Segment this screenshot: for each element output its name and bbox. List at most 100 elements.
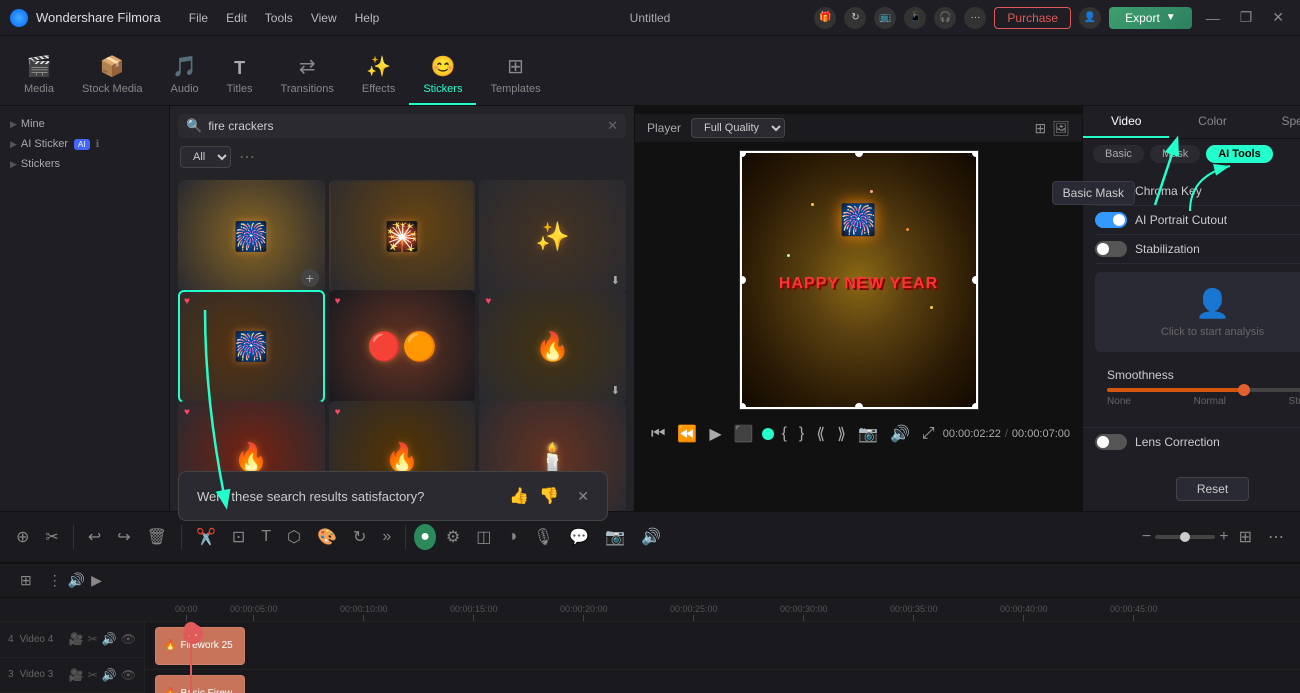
track-4-eye-icon[interactable]: 👁 (121, 632, 136, 646)
menu-view[interactable]: View (311, 11, 337, 25)
clip-basic-firework[interactable]: 🔥 Basic Firew... (155, 675, 245, 693)
camera-button[interactable]: 📷 (599, 523, 631, 551)
smoothness-slider[interactable] (1107, 388, 1300, 392)
tab-titles[interactable]: T Titles (213, 50, 267, 105)
audio-mix-button[interactable]: 🔊 (635, 523, 667, 551)
playhead-head[interactable] (184, 622, 198, 636)
play-button[interactable]: ▶ (705, 422, 725, 446)
audio-button[interactable]: 🔊 (886, 422, 914, 446)
feedback-close-button[interactable]: ✕ (577, 488, 589, 505)
screen-icon[interactable]: 📺 (874, 7, 896, 29)
mask-button[interactable]: ◑ (501, 524, 523, 550)
smoothness-thumb[interactable] (1238, 384, 1250, 396)
color-btn[interactable]: 🎨 (311, 523, 343, 551)
sub-tab-ai-tools[interactable]: AI Tools (1206, 145, 1273, 163)
reset-button[interactable]: Reset (1176, 477, 1249, 501)
close-button[interactable]: ✕ (1266, 9, 1290, 26)
sub-tab-mask[interactable]: Mask (1150, 145, 1200, 163)
playhead[interactable] (190, 622, 192, 693)
skip-back-button[interactable]: ⏮ (647, 423, 669, 445)
quality-select[interactable]: Full Quality (691, 118, 785, 138)
frame-back-button[interactable]: ⏪ (673, 422, 701, 446)
search-input[interactable] (208, 119, 601, 133)
next-clip-button[interactable]: ⟫ (833, 422, 850, 446)
zoom-minus-button[interactable]: − (1142, 528, 1151, 546)
timeline-audio-button[interactable]: 🔊 (68, 572, 85, 589)
prev-clip-button[interactable]: ⟪ (812, 422, 829, 446)
maximize-button[interactable]: ❐ (1234, 9, 1259, 26)
phone-icon[interactable]: 📱 (904, 7, 926, 29)
snip-button[interactable]: ✂ (39, 523, 64, 551)
filter-select[interactable]: All (180, 146, 231, 168)
sticker-item-6[interactable]: ♥ 🔥 ⬇ (479, 290, 626, 403)
tab-video[interactable]: Video (1083, 106, 1169, 138)
stop-button[interactable]: ⬛ (730, 422, 758, 446)
sidebar-item-stickers[interactable]: ▶ Stickers (0, 154, 169, 174)
ai-portrait-toggle[interactable] (1095, 212, 1127, 228)
timeline-grid-button[interactable]: ⊞ (10, 568, 42, 593)
gift-icon[interactable]: 🎁 (814, 7, 836, 29)
stabilization-toggle[interactable] (1095, 241, 1127, 257)
tab-media[interactable]: 🎬 Media (10, 46, 68, 105)
zoom-plus-button[interactable]: + (1219, 528, 1228, 546)
dots-icon[interactable]: ··· (964, 7, 986, 29)
track-3-audio-icon[interactable]: 🔊 (102, 668, 117, 682)
timeline-split-button[interactable]: ⋮ (48, 572, 62, 589)
thumbs-up-button[interactable]: 👍 (509, 486, 529, 506)
more-tools-button[interactable]: » (376, 524, 397, 550)
headset-icon[interactable]: 🎧 (934, 7, 956, 29)
tab-templates[interactable]: ⊞ Templates (476, 46, 554, 105)
tab-color[interactable]: Color (1169, 106, 1255, 138)
more-options-icon[interactable]: ⋯ (239, 147, 255, 167)
analysis-box[interactable]: 👤 Click to start analysis (1095, 272, 1300, 352)
sub-tab-basic[interactable]: Basic (1093, 145, 1144, 163)
tab-stickers[interactable]: 😊 Stickers (409, 46, 476, 105)
more-right-button[interactable]: ⋯ (1262, 523, 1290, 551)
sticker-item-3[interactable]: ✨ ⬇ (479, 180, 626, 293)
fullscreen-button[interactable]: ⤢ (918, 423, 939, 445)
mark-out-button[interactable]: } (795, 423, 808, 445)
track-4-camera-icon[interactable]: 🎥 (69, 632, 84, 646)
track-4-cut-icon[interactable]: ✂ (88, 632, 98, 646)
sticker-item-5[interactable]: ♥ 🔴🟠 (329, 290, 476, 403)
undo-button[interactable]: ↩ (82, 523, 107, 551)
tab-effects[interactable]: ✨ Effects (348, 46, 409, 105)
tab-transitions[interactable]: ⇄ Transitions (267, 46, 348, 105)
purchase-button[interactable]: Purchase (994, 7, 1071, 29)
minimize-button[interactable]: — (1200, 10, 1226, 26)
snapshot-icon[interactable]: 🖼 (1052, 120, 1070, 137)
menu-edit[interactable]: Edit (226, 11, 247, 25)
tab-audio[interactable]: 🎵 Audio (157, 46, 213, 105)
sticker-item-4[interactable]: ♥ 🎆 (178, 290, 325, 403)
menu-help[interactable]: Help (355, 11, 380, 25)
menu-file[interactable]: File (189, 11, 208, 25)
sticker-item-1[interactable]: 🎆 + (178, 180, 325, 293)
cut-button[interactable]: ✂️ (190, 523, 222, 551)
grid-layout-button[interactable]: ⊞ (1233, 523, 1258, 551)
sidebar-item-mine[interactable]: ▶ Mine (0, 114, 169, 134)
timeline-playhead-button[interactable]: ▶ (91, 572, 102, 589)
export-button[interactable]: Export ▼ (1109, 7, 1192, 29)
zoom-thumb[interactable] (1180, 532, 1190, 542)
tab-speed[interactable]: Speed (1256, 106, 1300, 138)
clear-search-button[interactable]: ✕ (607, 118, 618, 134)
track-3-camera-icon[interactable]: 🎥 (69, 668, 84, 682)
thumbs-down-button[interactable]: 👎 (539, 486, 559, 506)
progress-thumb[interactable] (762, 428, 774, 440)
avatar-icon[interactable]: 👤 (1079, 7, 1101, 29)
grid-view-icon[interactable]: ⊞ (1035, 120, 1047, 137)
snapshot-btn[interactable]: 📷 (854, 422, 882, 446)
update-icon[interactable]: ↻ (844, 7, 866, 29)
sticker-item-2[interactable]: 🎇 (329, 180, 476, 293)
add-sticker-icon-1[interactable]: + (301, 269, 319, 287)
multiselect-button[interactable]: ⊕ (10, 523, 35, 551)
settings-button[interactable]: ⚙ (440, 523, 466, 551)
crop-button[interactable]: ⊡ (226, 523, 251, 551)
track-3-eye-icon[interactable]: 👁 (121, 668, 136, 682)
record-button[interactable]: ● (414, 524, 436, 550)
text-button[interactable]: T (255, 524, 277, 550)
sidebar-item-ai-sticker[interactable]: ▶ AI Sticker AI ℹ (0, 134, 169, 154)
mic-button[interactable]: 🎙 (527, 523, 559, 551)
redo-button[interactable]: ↪ (111, 523, 136, 551)
subtitle-button[interactable]: 💬 (563, 523, 595, 551)
